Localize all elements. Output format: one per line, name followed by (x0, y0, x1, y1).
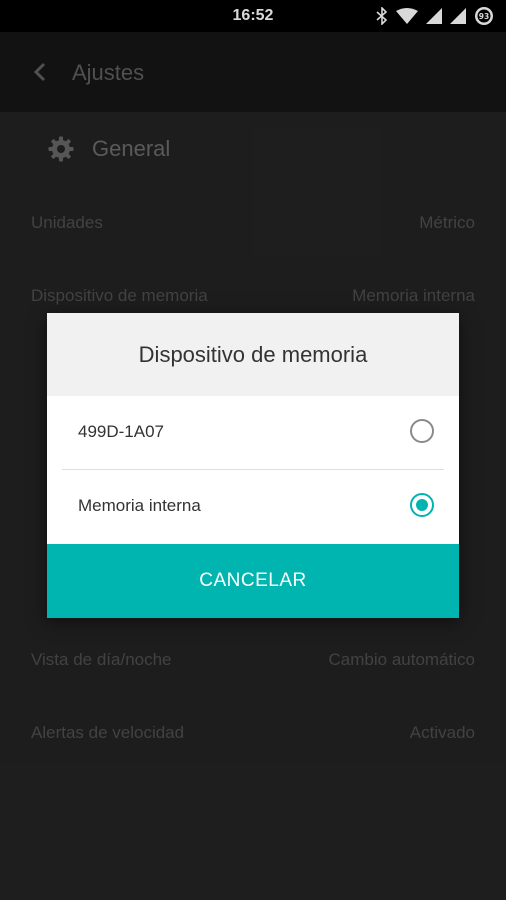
dialog-title: Dispositivo de memoria (138, 341, 368, 367)
storage-device-dialog: Dispositivo de memoria 499D-1A07 Memoria… (47, 313, 459, 618)
option-label: Memoria interna (78, 496, 201, 515)
radio-dot (416, 499, 428, 511)
radio-unchecked-icon[interactable] (410, 419, 434, 443)
cancel-label: CANCELAR (199, 570, 307, 591)
dialog-header: Dispositivo de memoria (47, 313, 459, 396)
option-label: 499D-1A07 (78, 422, 165, 441)
option-sd-card[interactable]: 499D-1A07 (47, 396, 459, 469)
option-internal-memory[interactable]: Memoria interna (47, 470, 459, 543)
cancel-button[interactable]: CANCELAR (47, 544, 459, 618)
radio-checked-icon[interactable] (410, 493, 434, 517)
